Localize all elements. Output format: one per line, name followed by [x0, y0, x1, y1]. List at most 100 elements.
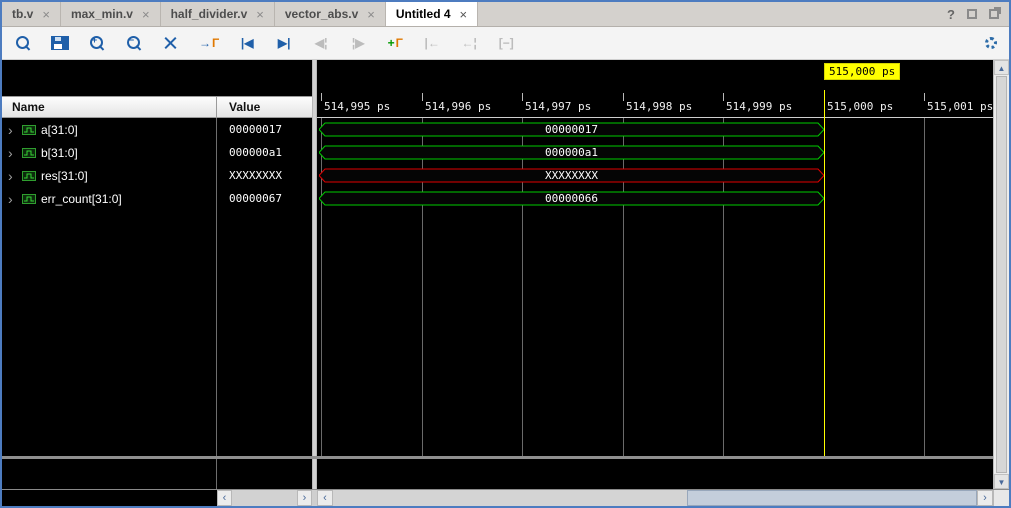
signal-name-cell[interactable]: › err_count[31:0] — [2, 192, 217, 206]
tick-label: 515,000 ps — [827, 100, 893, 113]
tick-label: 514,996 ps — [425, 100, 491, 113]
name-column-header[interactable]: Name — [2, 97, 217, 117]
wave-header-strip: 515,000 ps — [317, 60, 993, 90]
hscroll-thumb[interactable] — [687, 490, 977, 506]
goto-start-icon: |← — [423, 33, 441, 53]
signal-row-b-31-0-[interactable]: › b[31:0] 000000a1 — [2, 141, 312, 164]
signal-panel-top — [2, 60, 312, 96]
wave-bus: 00000017 — [319, 122, 824, 142]
cursor-line[interactable] — [824, 90, 825, 456]
previous-transition-icon[interactable]: |◀ — [238, 33, 256, 53]
cursor-time-label[interactable]: 515,000 ps — [824, 63, 900, 80]
bottom-scroll-strip: ‹ › ‹ › — [2, 489, 1009, 506]
tab-label: vector_abs.v — [285, 7, 358, 21]
settings-gear-icon[interactable] — [985, 37, 997, 49]
signal-row-res-31-0-[interactable]: › res[31:0] XXXXXXXX — [2, 164, 312, 187]
expand-arrow-icon[interactable]: › — [8, 123, 17, 137]
expand-arrow-icon[interactable]: › — [8, 146, 17, 160]
tick-mark — [623, 93, 624, 101]
scroll-up-icon[interactable]: ▲ — [994, 60, 1009, 75]
signal-name-cell[interactable]: › a[31:0] — [2, 123, 217, 137]
signal-name-cell[interactable]: › res[31:0] — [2, 169, 217, 183]
tick-label: 514,998 ps — [626, 100, 692, 113]
next-transition-icon[interactable]: ▶| — [275, 33, 293, 53]
bus-signal-icon — [22, 124, 36, 136]
wave-hscrollbar[interactable]: ‹ › — [317, 490, 993, 506]
vscroll-thumb[interactable] — [996, 76, 1007, 473]
signal-name: a[31:0] — [41, 123, 78, 137]
scroll-left-icon[interactable]: ‹ — [317, 490, 333, 506]
tab-close-icon[interactable]: × — [256, 7, 264, 22]
signal-value: 00000067 — [217, 192, 312, 205]
fit-selection-icon: [−] — [497, 33, 515, 53]
expand-arrow-icon[interactable]: › — [8, 192, 17, 206]
signal-name: err_count[31:0] — [41, 192, 122, 206]
signal-value: 00000017 — [217, 123, 312, 136]
help-icon[interactable]: ? — [947, 7, 955, 22]
save-wave-config-icon[interactable] — [51, 36, 69, 50]
tick-label: 514,997 ps — [525, 100, 591, 113]
bus-signal-icon — [22, 147, 36, 159]
signal-value: 000000a1 — [217, 146, 312, 159]
bus-signal-icon — [22, 193, 36, 205]
gridline — [924, 118, 925, 456]
tab-tb-v[interactable]: tb.v × — [2, 2, 61, 26]
tick-mark — [422, 93, 423, 101]
tabbar-actions: ? — [947, 2, 1009, 26]
tab-close-icon[interactable]: × — [460, 7, 468, 22]
scroll-right-icon[interactable]: › — [297, 490, 312, 506]
float-window-icon[interactable] — [967, 9, 977, 19]
scroll-left-icon[interactable]: ‹ — [217, 490, 232, 506]
vertical-scrollbar[interactable]: ▲ ▼ — [993, 60, 1009, 489]
find-icon[interactable] — [14, 34, 32, 52]
signal-name: b[31:0] — [41, 146, 78, 160]
tick-mark — [321, 93, 322, 101]
zoom-fit-icon[interactable] — [162, 35, 180, 52]
time-axis[interactable]: 514,995 ps 514,996 ps 514,997 ps 514,998 ps… — [317, 90, 993, 118]
scroll-down-icon[interactable]: ▼ — [994, 474, 1009, 489]
signal-row-err_count-31-0-[interactable]: › err_count[31:0] 00000067 — [2, 187, 312, 210]
scroll-right-icon[interactable]: › — [977, 490, 993, 506]
signal-panel: Name Value › a[31:0] 00000017 › b[31:0] 00000… — [2, 60, 312, 489]
tab-untitled-4[interactable]: Untitled 4 × — [386, 2, 478, 26]
value-column-header[interactable]: Value — [217, 97, 312, 117]
signal-panel-header: Name Value — [2, 96, 312, 118]
tab-close-icon[interactable]: × — [42, 7, 50, 22]
signal-row-a-31-0-[interactable]: › a[31:0] 00000017 — [2, 118, 312, 141]
wave-bus: 000000a1 — [319, 145, 824, 165]
scrollbar-corner — [993, 490, 1009, 506]
tab-label: tb.v — [12, 7, 33, 21]
add-marker-icon[interactable]: +Γ — [386, 33, 404, 53]
maximize-icon[interactable] — [989, 9, 999, 19]
value-hscroll-track[interactable] — [232, 490, 297, 506]
tab-close-icon[interactable]: × — [142, 7, 150, 22]
waveform-panel: 515,000 ps 514,995 ps 514,996 ps 514,997 p… — [317, 60, 993, 489]
zoom-to-cursor-icon[interactable]: →Γ — [199, 33, 219, 53]
tick-label: 514,999 ps — [726, 100, 792, 113]
tick-label: 514,995 ps — [324, 100, 390, 113]
tick-mark — [723, 93, 724, 101]
tab-half-divider-v[interactable]: half_divider.v × — [161, 2, 275, 26]
expand-arrow-icon[interactable]: › — [8, 169, 17, 183]
wave-hscroll-track[interactable] — [333, 490, 977, 506]
value-hscrollbar[interactable]: ‹ › — [217, 490, 312, 506]
zoom-in-icon[interactable]: + — [88, 34, 106, 52]
svg-text:00000017: 00000017 — [545, 123, 598, 136]
tick-mark — [924, 93, 925, 101]
lower-pane-divider[interactable] — [2, 456, 993, 459]
waveform-area[interactable]: 00000017 000000a1 XXXXXXXX 00000066 — [317, 118, 993, 489]
tab-label: half_divider.v — [171, 7, 248, 21]
goto-cursor-icon: ←¦ — [460, 33, 478, 53]
tab-label: Untitled 4 — [396, 7, 451, 21]
tab-max-min-v[interactable]: max_min.v× — [61, 2, 161, 26]
tick-label: 515,001 ps — [927, 100, 993, 113]
zoom-out-icon[interactable]: − — [125, 34, 143, 52]
signal-value: XXXXXXXX — [217, 169, 312, 182]
signal-name-cell[interactable]: › b[31:0] — [2, 146, 217, 160]
signal-name: res[31:0] — [41, 169, 88, 183]
signal-list: › a[31:0] 00000017 › b[31:0] 000000a1 › res[31:… — [2, 118, 312, 489]
tab-vector-abs-v[interactable]: vector_abs.v × — [275, 2, 386, 26]
svg-text:00000066: 00000066 — [545, 192, 598, 205]
tab-close-icon[interactable]: × — [367, 7, 375, 22]
wave-bus: XXXXXXXX — [319, 168, 824, 188]
